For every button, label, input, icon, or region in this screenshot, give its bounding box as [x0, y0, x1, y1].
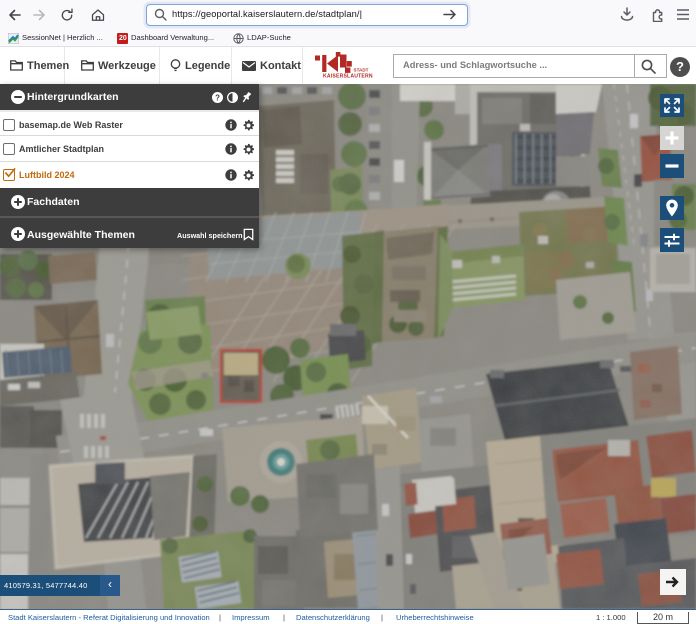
svg-text:STADT: STADT — [354, 68, 369, 73]
svg-text:KAISERSLAUTERN: KAISERSLAUTERN — [323, 74, 373, 80]
svg-text:?: ? — [215, 93, 220, 102]
